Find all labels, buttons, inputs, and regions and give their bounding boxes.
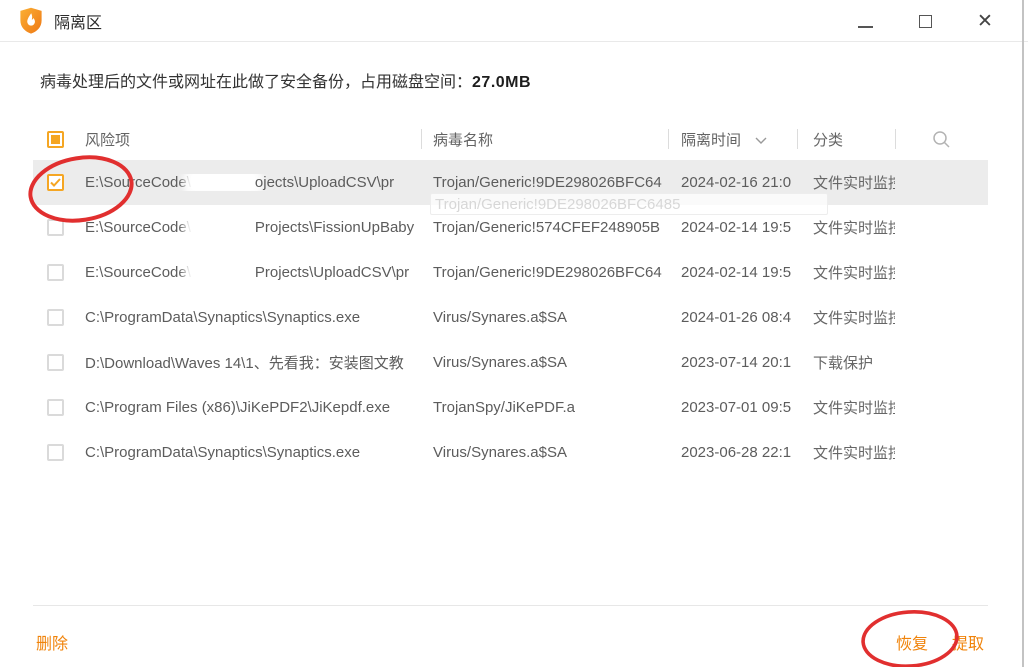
row-checkbox[interactable] (47, 309, 64, 326)
header-virus[interactable]: 病毒名称 (421, 129, 668, 150)
virus-name: Virus/Synares.a$SA (421, 444, 668, 461)
row-checkbox[interactable] (47, 219, 64, 236)
header-category[interactable]: 分类 (797, 129, 895, 150)
window-title: 隔离区 (54, 9, 102, 33)
risk-path: C:\Program Files (x86)\JiKePDF2\JiKepdf.… (85, 399, 421, 416)
chevron-down-icon[interactable] (755, 137, 767, 144)
row-checkbox[interactable] (47, 174, 64, 191)
virus-name: Trojan/Generic!574CFEF248905B (421, 219, 668, 236)
search-icon[interactable] (932, 130, 951, 149)
table-row[interactable]: C:\ProgramData\Synaptics\Synaptics.exe V… (33, 430, 988, 475)
select-all-checkbox[interactable] (47, 131, 64, 148)
footer-bar: 删除 恢复 提取 (0, 606, 1028, 667)
category: 文件实时监控 (797, 397, 895, 418)
title-bar: 隔离区 ✕ (0, 0, 1028, 42)
window-right-edge (1022, 0, 1024, 667)
path-text: Projects\FissionUpBaby (255, 219, 414, 236)
risk-path: E:\SourceCode\ Projects\FissionUpBaby (85, 219, 421, 236)
disk-usage-value: 27.0MB (472, 74, 531, 91)
row-checkbox[interactable] (47, 354, 64, 371)
minimize-icon (858, 26, 873, 28)
quarantine-time: 2023-07-01 09:5 (668, 399, 797, 416)
quarantine-time: 2024-02-14 19:5 (668, 264, 797, 281)
path-text: C:\Program Files (x86)\JiKePDF2\JiKepdf.… (85, 399, 390, 416)
quarantine-time: 2023-07-14 20:1 (668, 354, 797, 371)
virus-name: TrojanSpy/JiKePDF.a (421, 399, 668, 416)
extract-link[interactable]: 提取 (952, 630, 984, 654)
table-row[interactable]: C:\Program Files (x86)\JiKePDF2\JiKepdf.… (33, 385, 988, 430)
censor-blur (191, 174, 255, 190)
shield-flame-icon (19, 7, 43, 34)
category: 文件实时监控 (797, 307, 895, 328)
risk-path: E:\SourceCode\ Projects\UploadCSV\pr (85, 264, 421, 281)
header-risk[interactable]: 风险项 (85, 129, 421, 150)
close-button[interactable]: ✕ (970, 6, 1000, 36)
table-row[interactable]: C:\ProgramData\Synaptics\Synaptics.exe V… (33, 295, 988, 340)
censor-blur (191, 264, 255, 280)
header-time-label: 隔离时间 (681, 132, 741, 149)
row-checkbox[interactable] (47, 444, 64, 461)
row-checkbox[interactable] (47, 399, 64, 416)
quarantine-time: 2024-01-26 08:4 (668, 309, 797, 326)
risk-path: E:\SourceCode\ ojects\UploadCSV\pr (85, 174, 421, 191)
partial-check-mark (51, 135, 60, 144)
header-search[interactable] (895, 130, 988, 149)
checkmark-icon (50, 178, 61, 187)
virus-name-tooltip: Trojan/Generic!9DE298026BFC6485 (430, 193, 828, 215)
header-time[interactable]: 隔离时间 (668, 129, 797, 150)
maximize-icon (919, 15, 932, 28)
virus-name: Trojan/Generic!9DE298026BFC64 (421, 264, 668, 281)
path-text: Projects\UploadCSV\pr (255, 264, 409, 281)
category: 文件实时监控 (797, 262, 895, 283)
path-text: E:\SourceCode\ (85, 264, 191, 281)
quarantine-time: 2023-06-28 22:1 (668, 444, 797, 461)
maximize-button[interactable] (910, 6, 940, 36)
quarantine-time: 2024-02-14 19:5 (668, 219, 797, 236)
path-text: D:\Download\Waves 14\1、先看我：安装图文教 (85, 355, 404, 372)
summary-text: 病毒处理后的文件或网址在此做了安全备份，占用磁盘空间：27.0MB (40, 68, 531, 92)
path-text: E:\SourceCode\ (85, 174, 191, 191)
summary-label: 病毒处理后的文件或网址在此做了安全备份，占用磁盘空间： (40, 74, 472, 91)
category: 下载保护 (797, 352, 895, 373)
quarantine-window: 隔离区 ✕ 病毒处理后的文件或网址在此做了安全备份，占用磁盘空间：27.0MB … (0, 0, 1028, 667)
quarantine-time: 2024-02-16 21:0 (668, 174, 797, 191)
minimize-button[interactable] (850, 6, 880, 36)
virus-name: Trojan/Generic!9DE298026BFC64 (421, 174, 668, 191)
path-text: C:\ProgramData\Synaptics\Synaptics.exe (85, 309, 360, 326)
category: 文件实时监控 (797, 442, 895, 463)
close-icon: ✕ (977, 12, 993, 31)
table-header: 风险项 病毒名称 隔离时间 分类 (33, 118, 988, 160)
delete-link[interactable]: 删除 (36, 630, 68, 654)
risk-path: C:\ProgramData\Synaptics\Synaptics.exe (85, 309, 421, 326)
censor-blur (191, 219, 255, 235)
path-text: E:\SourceCode\ (85, 219, 191, 236)
table-row[interactable]: E:\SourceCode\ Projects\UploadCSV\pr Troj… (33, 250, 988, 295)
path-text: C:\ProgramData\Synaptics\Synaptics.exe (85, 444, 360, 461)
path-text: ojects\UploadCSV\pr (255, 174, 394, 191)
category: 文件实时监控 (797, 217, 895, 238)
risk-path: D:\Download\Waves 14\1、先看我：安装图文教 (85, 352, 421, 373)
restore-link[interactable]: 恢复 (896, 630, 928, 654)
table-row[interactable]: D:\Download\Waves 14\1、先看我：安装图文教 Virus/S… (33, 340, 988, 385)
virus-name: Virus/Synares.a$SA (421, 354, 668, 371)
virus-name: Virus/Synares.a$SA (421, 309, 668, 326)
risk-path: C:\ProgramData\Synaptics\Synaptics.exe (85, 444, 421, 461)
category: 文件实时监控 (797, 172, 895, 193)
quarantine-table: 风险项 病毒名称 隔离时间 分类 E:\SourceCode\ ojects\Up… (33, 118, 988, 475)
row-checkbox[interactable] (47, 264, 64, 281)
